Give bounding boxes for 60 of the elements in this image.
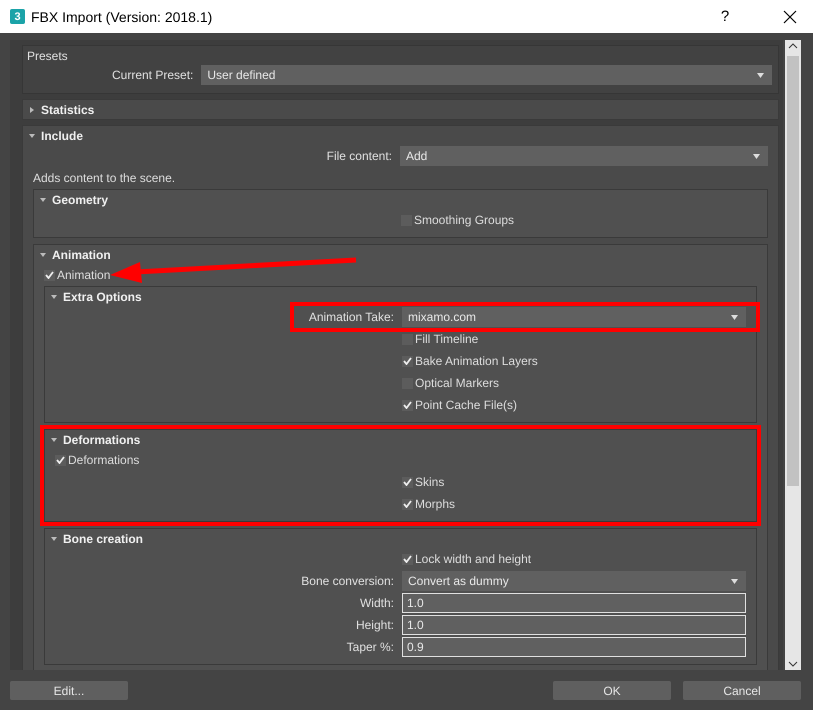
field-label: Width: [358,596,394,610]
section-title[interactable]: Animation [52,248,111,262]
checkmark-icon [403,401,412,409]
checkbox[interactable]: Smoothing Groups [401,213,514,227]
dropdown-caret-icon [757,72,764,78]
collapse-triangle-icon[interactable] [40,196,46,202]
field-label: Bone conversion: [300,574,394,588]
input-field[interactable]: 0.9 [402,637,746,657]
dropdown[interactable]: Add [400,146,768,166]
dropdown-caret-icon [731,314,738,320]
checkbox[interactable]: Lock width and height [402,552,532,566]
checkbox[interactable]: Skins [402,475,444,489]
input-field[interactable]: 1.0 [402,593,746,613]
checkbox[interactable]: Deformations [55,453,140,467]
field-label: File content: [326,149,392,163]
section-title[interactable]: Geometry [52,192,108,206]
scrollbar[interactable] [785,40,801,670]
collapse-triangle-icon[interactable] [40,252,46,258]
checkbox[interactable]: Fill Timeline [402,332,478,346]
checkbox[interactable]: Bake Animation Layers [402,354,538,368]
dropdown-caret-icon [731,578,738,584]
collapse-triangle-icon[interactable] [51,436,57,442]
checkmark-icon [403,500,412,508]
section-title[interactable]: Extra Options [63,290,142,304]
checkbox[interactable]: Morphs [402,497,456,511]
dialog-button[interactable]: Cancel [683,681,801,700]
dropdown[interactable]: mixamo.com [402,307,746,327]
checkbox[interactable]: Point Cache File(s) [402,398,518,412]
input-field[interactable]: 1.0 [402,615,746,635]
description-text: Adds content to the scene. [33,171,176,185]
field-label: Animation Take: [308,310,394,324]
field-label: Current Preset: [112,68,194,82]
checkmark-icon [403,555,412,563]
dialog-button[interactable]: OK [553,681,671,700]
checkmark-icon [403,478,412,486]
field-label: Taper %: [346,640,394,654]
group-title: Presets [27,49,69,63]
close-icon [783,10,797,24]
dropdown[interactable]: User defined [201,65,772,85]
checkmark-icon [403,357,412,365]
scrollbar-thumb[interactable] [787,56,799,486]
checkmark-icon [45,271,54,279]
field-label: Height: [354,618,394,632]
dropdown[interactable]: Convert as dummy [402,571,746,591]
app-icon: 3 [10,9,25,24]
checkmark-icon [56,456,65,464]
dialog-button[interactable]: Edit... [10,681,128,700]
collapse-triangle-icon[interactable] [29,132,35,138]
dropdown-caret-icon [753,154,760,158]
collapse-triangle-icon[interactable] [51,294,57,300]
section-title[interactable]: Deformations [63,432,140,446]
collapse-triangle-icon[interactable] [51,536,57,542]
section-title[interactable]: Include [41,128,84,142]
checkbox[interactable]: Animation [44,268,110,282]
section-title[interactable]: Bone creation [63,532,144,546]
checkbox[interactable]: Optical Markers [402,376,500,390]
section-title[interactable]: Statistics [41,102,94,116]
help-button[interactable]: ? [705,8,745,25]
window-title: FBX Import (Version: 2018.1) [31,8,214,24]
expand-triangle-icon[interactable] [29,106,35,112]
